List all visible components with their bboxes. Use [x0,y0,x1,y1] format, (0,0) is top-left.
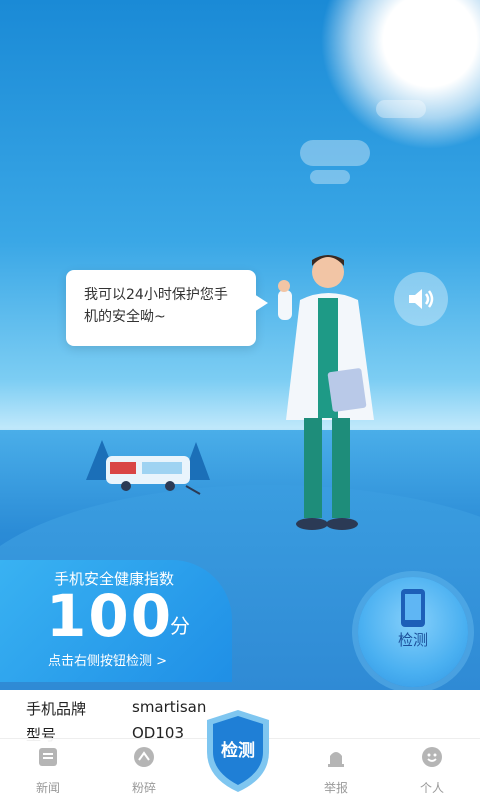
health-score-card: 手机安全健康指数 100 分 点击右侧按钮检测 > [0,560,232,682]
speaker-button[interactable] [394,272,448,326]
report-icon [328,752,344,767]
speech-line-1: 我可以24小时保护您手 [84,287,228,303]
caravan-illustration [86,440,210,495]
phone-icon [401,589,425,627]
tab-label: 粉碎 [131,781,156,795]
tab-report[interactable]: 举报 [296,739,376,801]
cloud [376,100,426,118]
score-value: 100 [46,582,174,650]
shred-icon [134,747,154,767]
info-row-brand: 手机品牌 smartisan [26,698,206,719]
cloud [310,170,350,184]
sun-glow [320,0,480,150]
tab-label: 检测 [221,741,255,761]
score-hint-link[interactable]: 点击右侧按钮检测 > [48,650,167,669]
profile-icon [422,747,442,767]
doctor-illustration [278,255,374,530]
tab-profile[interactable]: 个人 [392,739,472,801]
info-value: smartisan [132,698,207,716]
tab-news[interactable]: 新闻 [8,739,88,801]
speaker-icon [409,289,434,309]
detect-button[interactable]: 检测 [358,577,468,687]
tab-label: 个人 [419,781,444,795]
tab-label: 新闻 [35,781,60,795]
speech-line-2: 机的安全呦~ [84,309,166,325]
tab-detect[interactable]: 检测 [203,708,273,794]
score-unit: 分 [170,614,190,638]
tab-shred[interactable]: 粉碎 [104,739,184,801]
cloud [300,140,370,166]
tab-label: 举报 [323,781,348,795]
news-icon [39,748,57,766]
info-label: 手机品牌 [26,700,87,718]
speech-bubble: 我可以24小时保护您手 机的安全呦~ [66,270,268,346]
detect-button-label: 检测 [397,631,428,649]
